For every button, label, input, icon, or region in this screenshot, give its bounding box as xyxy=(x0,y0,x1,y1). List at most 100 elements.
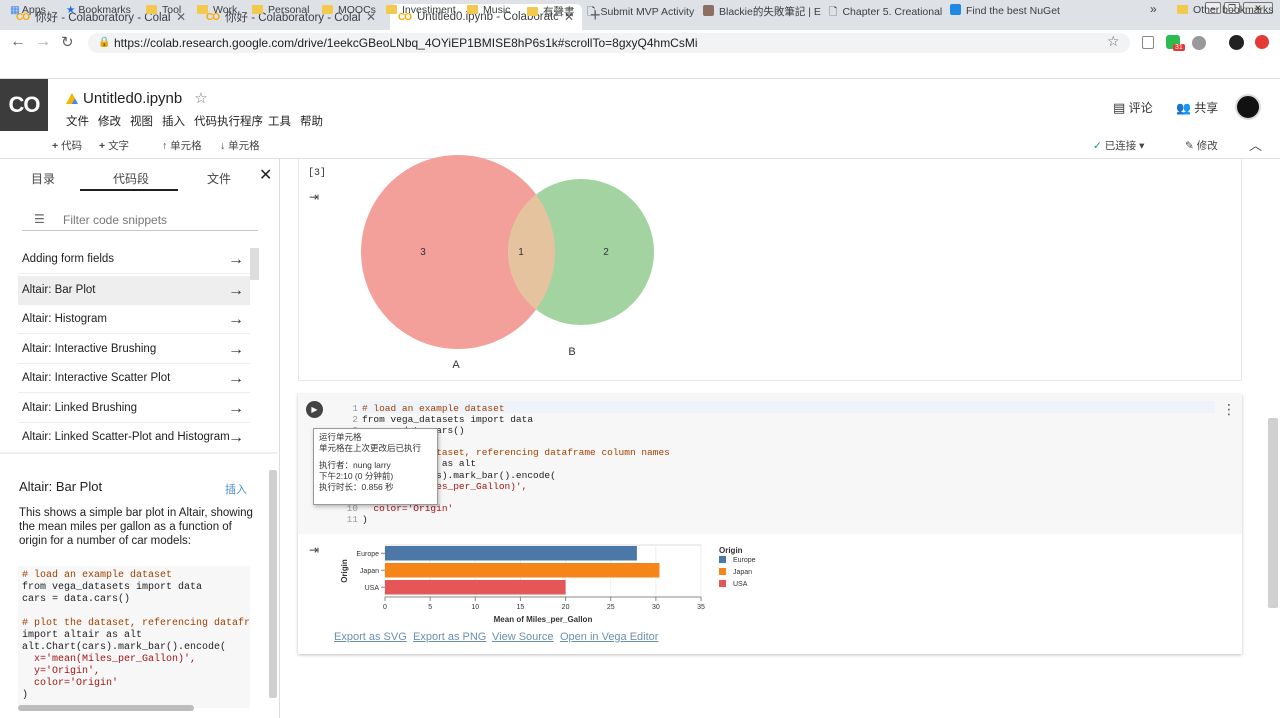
x-tick-label: 30 xyxy=(652,604,660,611)
back-icon[interactable]: ← xyxy=(10,33,26,51)
bookmark-music[interactable]: Music xyxy=(467,4,510,16)
bookmark-audiobook[interactable]: 有聲書 xyxy=(527,4,575,19)
bookmark-personal[interactable]: Personal xyxy=(252,4,309,16)
bookmark-moocs[interactable]: MOOCs xyxy=(322,4,376,16)
update-icon[interactable] xyxy=(1255,35,1269,49)
menu-view[interactable]: 视图 xyxy=(130,113,153,129)
arrow-right-icon[interactable]: → xyxy=(228,423,244,452)
add-text-button[interactable]: + 文字 xyxy=(99,138,129,153)
drive-icon xyxy=(66,93,78,104)
forward-icon[interactable]: → xyxy=(35,33,51,51)
sidebar-scrollbar[interactable] xyxy=(269,470,277,698)
code-line: y='Origin', xyxy=(22,666,101,677)
menu-runtime[interactable]: 代码执行程序 xyxy=(194,113,263,129)
folder-icon xyxy=(467,5,478,14)
edit-button[interactable]: ✎ 修改 xyxy=(1185,138,1218,153)
extension-icon[interactable] xyxy=(1192,36,1206,50)
tooltip-line: 单元格在上次更改后已执行 xyxy=(319,443,422,453)
export-svg-link[interactable]: Export as SVG xyxy=(334,631,407,643)
arrow-right-icon[interactable]: → xyxy=(228,335,244,364)
execution-count: [3] xyxy=(308,168,327,179)
arrow-right-icon[interactable]: → xyxy=(228,245,244,274)
notebook-scrollbar[interactable] xyxy=(1268,418,1278,608)
bookmark-other[interactable]: Other bookmarks xyxy=(1177,4,1274,16)
bookmarks-bar xyxy=(0,57,1280,79)
extension-badge: 31 xyxy=(1173,44,1185,51)
code-horizontal-scrollbar[interactable] xyxy=(18,705,194,711)
more-bookmarks-icon[interactable]: » xyxy=(1150,2,1157,16)
snippet-item[interactable]: Altair: Linked Brushing → xyxy=(18,394,250,423)
bookmark-chapter5[interactable]: 🗋 Chapter 5. Creational xyxy=(829,4,942,22)
close-sidebar-icon[interactable]: ✕ xyxy=(259,165,272,185)
output-icon[interactable]: ⇥ xyxy=(309,190,319,204)
view-source-link[interactable]: View Source xyxy=(492,631,554,643)
bookmark-label: Tool xyxy=(162,4,182,16)
tab-code-snippets[interactable]: 代码段 xyxy=(113,170,149,187)
code-line: import altair as alt xyxy=(22,630,143,641)
menu-tools[interactable]: 工具 xyxy=(268,113,291,129)
share-button[interactable]: 👥 共享 xyxy=(1176,99,1218,116)
collapse-header-icon[interactable]: ︿ xyxy=(1249,135,1262,154)
bookmark-bookmarks[interactable]: ★ Bookmarks xyxy=(66,4,131,16)
bookmark-investiment[interactable]: Investiment xyxy=(386,4,456,16)
bookmark-submit-mvp[interactable]: 🗋 Submit MVP Activity xyxy=(587,4,694,22)
snippet-item[interactable]: Altair: Linked Scatter-Plot and Histogra… xyxy=(18,423,250,452)
colab-logo[interactable]: CO xyxy=(0,79,48,131)
reload-icon[interactable]: ↻ xyxy=(61,33,74,51)
filter-placeholder: Filter code snippets xyxy=(63,213,168,227)
snippet-item-selected[interactable]: Altair: Bar Plot → xyxy=(18,276,250,305)
snippet-item[interactable]: Altair: Histogram → xyxy=(18,305,250,334)
cell-menu-icon[interactable]: ⋮ xyxy=(1222,401,1236,418)
export-png-link[interactable]: Export as PNG xyxy=(413,631,486,643)
extension-icon[interactable] xyxy=(1142,36,1154,49)
open-vega-editor-link[interactable]: Open in Vega Editor xyxy=(560,631,658,643)
snippet-item[interactable]: Altair: Interactive Scatter Plot → xyxy=(18,364,250,393)
tab-files[interactable]: 文件 xyxy=(207,170,231,187)
add-code-button[interactable]: + 代码 xyxy=(52,138,82,153)
code-line: cars = data.cars() xyxy=(22,594,131,605)
menu-file[interactable]: 文件 xyxy=(66,113,89,129)
arrow-right-icon[interactable]: → xyxy=(228,394,244,423)
comment-button[interactable]: ▤ 评论 xyxy=(1113,99,1153,116)
code-line: 1 # load an example dataset xyxy=(346,403,670,414)
venn-region-b-only-label: 2 xyxy=(603,247,609,258)
runtime-connected-button[interactable]: ✓ 已连接 ▾ xyxy=(1093,138,1144,153)
insert-snippet-button[interactable]: 插入 xyxy=(225,481,247,497)
profile-avatar[interactable] xyxy=(1229,35,1244,50)
bookmark-star-icon[interactable]: ☆ xyxy=(1107,33,1120,50)
line-number: 1 xyxy=(352,403,358,414)
page-icon: 🗋 xyxy=(829,6,838,18)
bookmark-label: Find the best NuGet xyxy=(966,5,1060,17)
folder-icon xyxy=(197,5,208,14)
run-cell-button[interactable]: ▶ xyxy=(306,401,323,418)
share-label: 共享 xyxy=(1194,101,1219,115)
move-cell-up-button[interactable]: ↑ 单元格 xyxy=(162,138,202,153)
legend-label: Europe xyxy=(733,557,756,564)
snippet-item[interactable]: Altair: Interactive Brushing → xyxy=(18,335,250,364)
menu-help[interactable]: 帮助 xyxy=(300,113,323,129)
menu-edit[interactable]: 修改 xyxy=(98,113,121,129)
bookmark-tool[interactable]: Tool xyxy=(146,4,181,16)
snippet-item[interactable]: Adding form fields → xyxy=(18,245,250,274)
bookmark-apps[interactable]: ▦ Apps xyxy=(10,4,46,16)
arrow-right-icon[interactable]: → xyxy=(228,364,244,393)
snippet-list-scrollbar[interactable] xyxy=(250,248,259,280)
bookmark-nuget[interactable]: Find the best NuGet xyxy=(950,4,1060,17)
bookmark-work[interactable]: Work xyxy=(197,4,237,16)
notebook-filename[interactable]: Untitled0.ipynb xyxy=(83,90,182,107)
url-field[interactable]: 🔒 https://colab.research.google.com/driv… xyxy=(88,33,1130,53)
notebook-title[interactable]: Untitled0.ipynb ☆ xyxy=(66,89,208,107)
snippet-filter-field[interactable]: ☰ Filter code snippets xyxy=(22,210,258,231)
output-icon[interactable]: ⇥ xyxy=(309,543,319,557)
arrow-right-icon[interactable]: → xyxy=(228,276,244,305)
arrow-right-icon[interactable]: → xyxy=(228,305,244,334)
bookmark-blackie[interactable]: Blackie的失敗筆記 | E xyxy=(703,4,821,19)
account-avatar[interactable] xyxy=(1235,94,1261,120)
star-icon[interactable]: ☆ xyxy=(194,90,207,107)
tooltip-line: 运行单元格 xyxy=(319,432,362,442)
plus-icon: + xyxy=(52,140,59,152)
menu-insert[interactable]: 插入 xyxy=(162,113,185,129)
tab-toc[interactable]: 目录 xyxy=(31,170,55,187)
page-icon: 🗋 xyxy=(587,6,596,18)
move-cell-down-button[interactable]: ↓ 单元格 xyxy=(220,138,260,153)
